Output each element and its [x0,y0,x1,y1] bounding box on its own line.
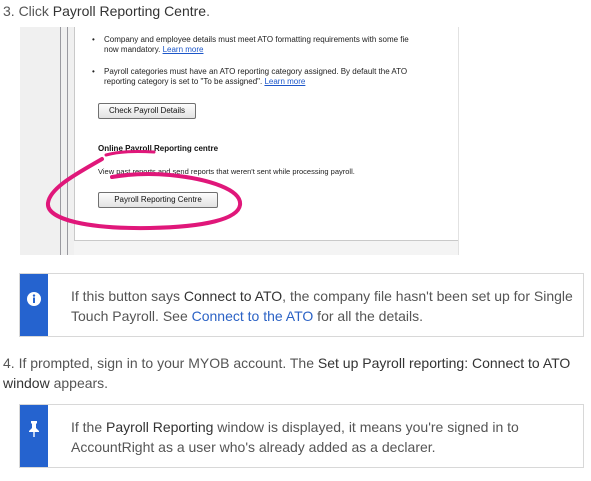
tip-callout: If the Payroll Reporting window is displ… [19,404,584,468]
info-text-end: for all the details. [313,308,424,324]
connect-to-ato-link[interactable]: Connect to the ATO [192,308,314,324]
info-stripe [20,274,48,336]
info-text-start: If this button says [71,288,184,304]
step-4-suffix: appears. [49,375,109,391]
tip-text-start: If the [71,419,107,435]
pin-icon [20,421,48,442]
info-text: If this button says Connect to ATO, the … [71,286,573,326]
info-emphasis: Connect to ATO [183,288,283,304]
step-3-instruction: 3. Click Payroll Reporting Centre. [3,1,210,21]
info-callout: If this button says Connect to ATO, the … [19,273,584,337]
tip-text: If the Payroll Reporting window is displ… [71,417,573,457]
info-icon [20,292,48,311]
step-3-emphasis: Payroll Reporting Centre [52,3,207,19]
highlight-circle-annotation [46,149,242,231]
step-3-text: 3. Click [3,3,53,19]
step-4-text: 4. If prompted, sign in to your MYOB acc… [3,355,318,371]
screenshot-payroll-reporting: • Company and employee details must meet… [20,27,459,255]
tip-stripe [20,405,48,467]
step-4-instruction: 4. If prompted, sign in to your MYOB acc… [3,353,573,393]
tip-emphasis: Payroll Reporting [106,419,214,435]
step-3-suffix: . [206,3,210,19]
